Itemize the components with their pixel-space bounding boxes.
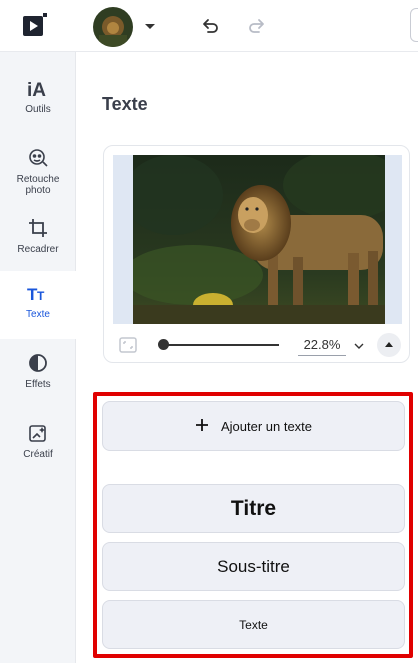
sidebar-item-effets[interactable]: Effets xyxy=(0,341,76,409)
add-text-label: Ajouter un texte xyxy=(220,418,313,434)
chevron-down-icon[interactable] xyxy=(143,19,157,33)
image-preview-card: 22.8% xyxy=(103,145,410,363)
zoom-value-field[interactable]: 22.8% xyxy=(298,334,346,356)
sidebar-item-label: Retouche photo xyxy=(16,174,60,196)
chevron-up-icon xyxy=(385,342,393,347)
play-logo-icon[interactable] xyxy=(22,13,48,39)
sidebar-item-retouche[interactable]: Retouche photo xyxy=(0,136,76,204)
add-title-button[interactable]: Titre xyxy=(102,484,405,533)
ai-icon: iA xyxy=(26,76,50,100)
sidebar: iA Outils Retouche photo Recadrer T T Te… xyxy=(0,52,76,663)
sidebar-item-label: Outils xyxy=(25,104,51,115)
sidebar-item-texte[interactable]: T T Texte xyxy=(0,271,76,339)
crop-icon xyxy=(26,216,50,240)
sidebar-item-creatif[interactable]: Créatif xyxy=(0,411,76,479)
chevron-down-icon[interactable] xyxy=(353,339,365,351)
face-retouch-icon xyxy=(26,146,50,170)
add-text-button[interactable]: Ajouter un texte xyxy=(102,401,405,451)
plus-icon xyxy=(195,416,209,436)
sidebar-item-label: Recadrer xyxy=(17,244,59,255)
sparkle-image-icon xyxy=(26,421,50,445)
toolbar-edge-button[interactable] xyxy=(410,8,418,42)
lion-avatar[interactable] xyxy=(93,7,133,47)
zoom-slider-handle[interactable] xyxy=(158,339,169,350)
lion-photo xyxy=(133,155,385,324)
collapse-preview-button[interactable] xyxy=(377,333,401,357)
contrast-icon xyxy=(26,351,50,375)
svg-text:iA: iA xyxy=(27,80,46,100)
svg-text:T: T xyxy=(37,289,45,303)
undo-icon[interactable] xyxy=(199,15,221,37)
sidebar-item-label: Effets xyxy=(25,379,51,390)
sidebar-item-label: Texte xyxy=(26,309,50,320)
sidebar-item-recadrer[interactable]: Recadrer xyxy=(0,206,76,274)
sidebar-item-outils[interactable]: iA Outils xyxy=(0,66,76,134)
text-icon: T T xyxy=(26,281,50,305)
redo-icon[interactable] xyxy=(246,15,268,37)
preview-canvas xyxy=(113,155,402,324)
fit-screen-icon[interactable] xyxy=(118,336,138,354)
sidebar-item-label: Créatif xyxy=(23,449,53,460)
panel-title: Texte xyxy=(102,94,148,114)
zoom-controls: 22.8% xyxy=(104,328,411,362)
add-body-text-button[interactable]: Texte xyxy=(102,600,405,649)
zoom-slider-track[interactable] xyxy=(161,344,279,346)
top-bar xyxy=(0,0,418,52)
add-subtitle-button[interactable]: Sous-titre xyxy=(102,542,405,591)
